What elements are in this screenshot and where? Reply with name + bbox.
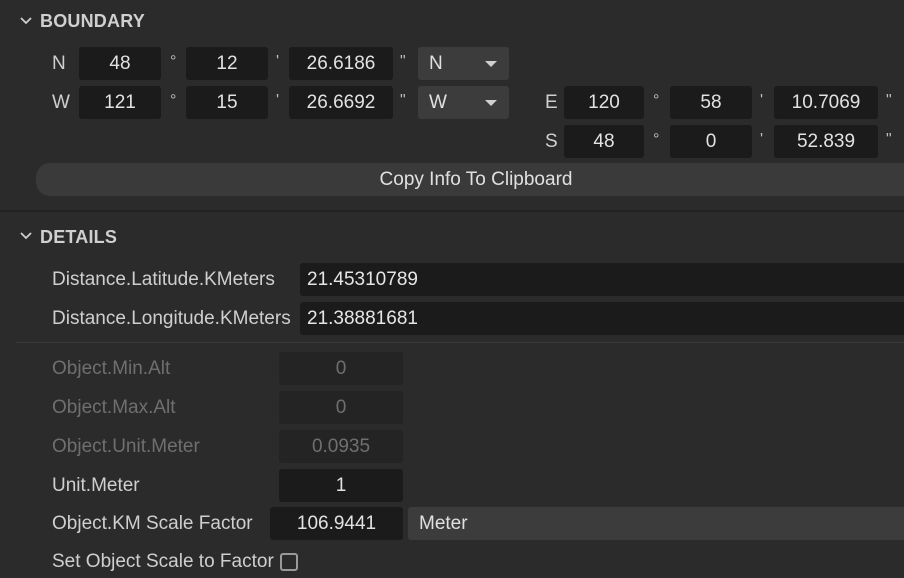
south-degrees-field[interactable]: 48 [564, 125, 644, 158]
longitude-distance-label: Distance.Longitude.KMeters [52, 308, 291, 329]
north-hemisphere-dropdown[interactable]: N [418, 47, 509, 80]
scale-unit-value: Meter [419, 513, 468, 534]
west-hemisphere-dropdown[interactable]: W [418, 86, 509, 119]
object-min-alt-field: 0 [279, 352, 403, 385]
west-seconds-field[interactable]: 26.6692 [289, 86, 393, 119]
degree-symbol: ° [170, 92, 177, 109]
north-label: N [52, 53, 66, 74]
details-section-title[interactable]: DETAILS [40, 227, 117, 248]
set-scale-checkbox[interactable] [280, 553, 298, 571]
object-min-alt-label: Object.Min.Alt [52, 358, 171, 379]
west-label: W [52, 92, 70, 113]
north-minutes-field[interactable]: 12 [186, 47, 268, 80]
object-max-alt-field: 0 [279, 391, 403, 424]
west-minutes-field[interactable]: 15 [186, 86, 268, 119]
minute-symbol: ' [276, 92, 280, 109]
south-seconds-field[interactable]: 52.839 [774, 125, 878, 158]
degree-symbol: ° [653, 131, 660, 148]
details-divider [16, 342, 904, 343]
unit-meter-label: Unit.Meter [52, 475, 140, 496]
east-seconds-field[interactable]: 10.7069 [774, 86, 878, 119]
west-hemisphere-value: W [429, 92, 447, 113]
south-label: S [545, 131, 558, 152]
set-scale-label: Set Object Scale to Factor [52, 551, 274, 572]
dropdown-arrow-icon [485, 61, 497, 67]
chevron-down-icon[interactable] [19, 14, 33, 28]
scale-unit-dropdown[interactable]: Meter [408, 507, 904, 540]
second-symbol: " [400, 53, 406, 70]
south-minutes-field[interactable]: 0 [670, 125, 752, 158]
object-max-alt-label: Object.Max.Alt [52, 397, 176, 418]
degree-symbol: ° [653, 92, 660, 109]
dropdown-arrow-icon [485, 100, 497, 106]
chevron-down-icon[interactable] [19, 229, 33, 243]
minute-symbol: ' [760, 131, 764, 148]
minute-symbol: ' [276, 53, 280, 70]
latitude-distance-label: Distance.Latitude.KMeters [52, 269, 275, 290]
north-hemisphere-value: N [429, 53, 443, 74]
unit-meter-field[interactable]: 1 [279, 469, 403, 502]
longitude-distance-field[interactable]: 21.38881681 [300, 302, 904, 335]
second-symbol: " [400, 92, 406, 109]
north-degrees-field[interactable]: 48 [79, 47, 161, 80]
scale-factor-label: Object.KM Scale Factor [52, 513, 253, 534]
latitude-distance-field[interactable]: 21.45310789 [300, 263, 904, 296]
east-degrees-field[interactable]: 120 [564, 86, 644, 119]
second-symbol: " [886, 131, 892, 148]
section-divider [0, 210, 904, 212]
second-symbol: " [886, 92, 892, 109]
object-unit-meter-label: Object.Unit.Meter [52, 436, 200, 457]
east-label: E [545, 92, 558, 113]
east-minutes-field[interactable]: 58 [670, 86, 752, 119]
scale-factor-field[interactable]: 106.9441 [270, 507, 403, 540]
degree-symbol: ° [170, 53, 177, 70]
object-unit-meter-field: 0.0935 [279, 430, 403, 463]
minute-symbol: ' [760, 92, 764, 109]
north-seconds-field[interactable]: 26.6186 [289, 47, 393, 80]
boundary-section-title[interactable]: BOUNDARY [40, 11, 145, 32]
copy-info-button[interactable]: Copy Info To Clipboard [36, 163, 904, 196]
west-degrees-field[interactable]: 121 [79, 86, 161, 119]
